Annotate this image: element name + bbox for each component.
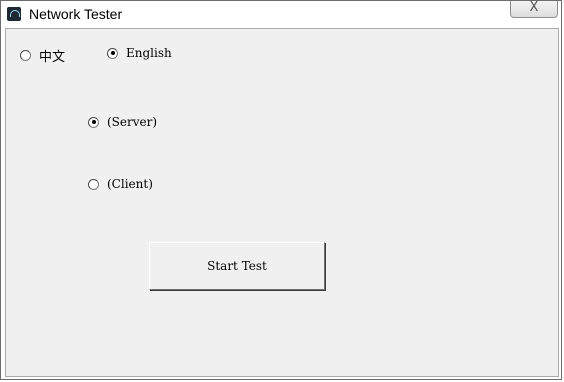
mode-option-label: (Server)	[107, 115, 158, 129]
window-title: Network Tester	[29, 6, 123, 22]
language-radio-chinese[interactable]: 中文	[20, 46, 65, 65]
start-test-button[interactable]: Start Test	[149, 242, 325, 290]
close-icon: X	[529, 0, 539, 15]
close-button[interactable]: X	[510, 0, 558, 18]
radio-unchecked-icon	[88, 178, 99, 190]
radio-checked-icon	[88, 116, 99, 128]
mode-radio-server[interactable]: (Server)	[88, 115, 157, 129]
radio-unchecked-icon	[20, 50, 31, 61]
language-option-label: English	[126, 46, 172, 60]
app-window: Network Tester X 中文 English (Server) (Cl…	[0, 0, 562, 380]
client-area: 中文 English (Server) (Client) Start Test	[5, 28, 559, 377]
language-option-label: 中文	[39, 50, 66, 65]
network-tester-app-icon	[7, 7, 21, 21]
mode-option-label: (Client)	[107, 177, 153, 191]
language-radio-english[interactable]: English	[107, 46, 172, 60]
title-bar[interactable]: Network Tester X	[1, 0, 561, 28]
mode-radio-client[interactable]: (Client)	[88, 177, 153, 191]
radio-checked-icon	[107, 47, 118, 59]
